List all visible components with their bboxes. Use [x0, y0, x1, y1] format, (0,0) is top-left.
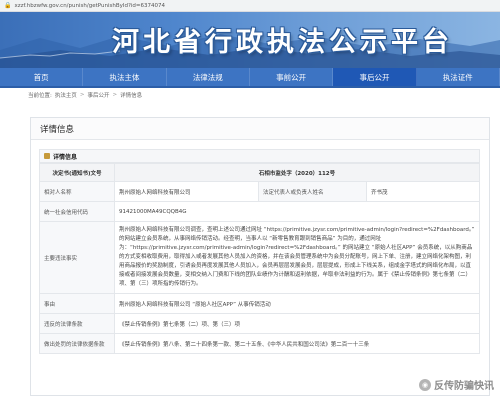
nav-enforcement-subject[interactable]: 执法主体: [83, 68, 167, 86]
wechat-logo-icon: ◉: [419, 378, 431, 391]
cause-value: 荆州原始人网络科技有限公司 “原始人社区APP” 从事传销活动: [114, 293, 480, 314]
detail-panel: 详情信息 详情信息 决定书(通知书)文号 石相市监处字（2020）112号 相对…: [30, 117, 490, 396]
nav-post-disclosure[interactable]: 事后公开: [333, 68, 417, 86]
doc-number-value: 石相市监处字（2020）112号: [114, 163, 480, 182]
breadcrumb-separator: >: [79, 92, 85, 98]
nav-pre-disclosure[interactable]: 事前公开: [250, 68, 334, 86]
browser-address-bar[interactable]: 🔒 xzzf.hbzwfw.gov.cn/punish/getPunishByI…: [0, 0, 500, 12]
section-title: 详情信息: [53, 153, 78, 161]
breadcrumb-item-detail: 详情信息: [120, 93, 143, 99]
party-name-value: 荆州原始人网络科技有限公司: [114, 181, 259, 202]
wechat-watermark: ◉ 反传防骗快讯: [419, 377, 494, 392]
breadcrumb: 当前位置: 执法主页 > 事后公开 > 详情信息: [0, 88, 500, 102]
site-title: 河北省行政执法公示平台: [112, 27, 453, 58]
watermark-text: 反传防骗快讯: [434, 381, 494, 392]
cause-label: 事由: [39, 293, 115, 314]
violated-law-value: 《禁止传销条例》第七条第（二）项、第（三）项: [114, 313, 480, 334]
lock-icon: 🔒: [4, 2, 12, 9]
doc-number-label: 决定书(通知书)文号: [39, 163, 115, 182]
section-marker-icon: [44, 153, 50, 159]
url-text[interactable]: xzzf.hbzwfw.gov.cn/punish/getPunishById?…: [14, 3, 165, 9]
legal-rep-value: 齐书茂: [366, 181, 480, 202]
detail-table: 决定书(通知书)文号 石相市监处字（2020）112号 相对人名称 荆州原始人网…: [39, 163, 480, 354]
facts-value: 荆州原始人网络科技有限公司调查，查明上述公司通过网址 “https://prim…: [114, 221, 480, 294]
breadcrumb-item-post[interactable]: 事后公开: [87, 91, 109, 99]
facts-label: 主要违法事实: [39, 221, 115, 294]
breadcrumb-prefix: 当前位置:: [28, 93, 52, 99]
violated-law-label: 违反的法律条款: [39, 313, 115, 334]
credit-code-value: 91421000MA49CQQB4G: [114, 201, 480, 222]
penalty-basis-value: 《禁止传销条例》第八条、第二十四条第一款、第二十五条、《中华人民共和国公司法》第…: [114, 333, 480, 354]
main-nav: 首页 执法主体 法律法规 事前公开 事后公开 执法证件: [0, 68, 500, 88]
detail-section: 详情信息 决定书(通知书)文号 石相市监处字（2020）112号 相对人名称 荆…: [39, 149, 480, 354]
party-name-label: 相对人名称: [39, 181, 115, 202]
nav-laws[interactable]: 法律法规: [167, 68, 250, 86]
site-banner: 河北省行政执法公示平台: [0, 12, 500, 68]
penalty-basis-label: 做出处罚的法律依据条款: [39, 333, 115, 354]
credit-code-label: 统一社会信用代码: [39, 201, 115, 222]
breadcrumb-item-home[interactable]: 执法主页: [55, 91, 77, 99]
breadcrumb-separator: >: [112, 92, 118, 98]
legal-rep-label: 法定代表人或负责人姓名: [258, 181, 367, 202]
section-header: 详情信息: [39, 149, 480, 163]
panel-title: 详情信息: [31, 118, 489, 140]
nav-enforcement-certificates[interactable]: 执法证件: [417, 68, 500, 86]
nav-home[interactable]: 首页: [0, 68, 84, 86]
